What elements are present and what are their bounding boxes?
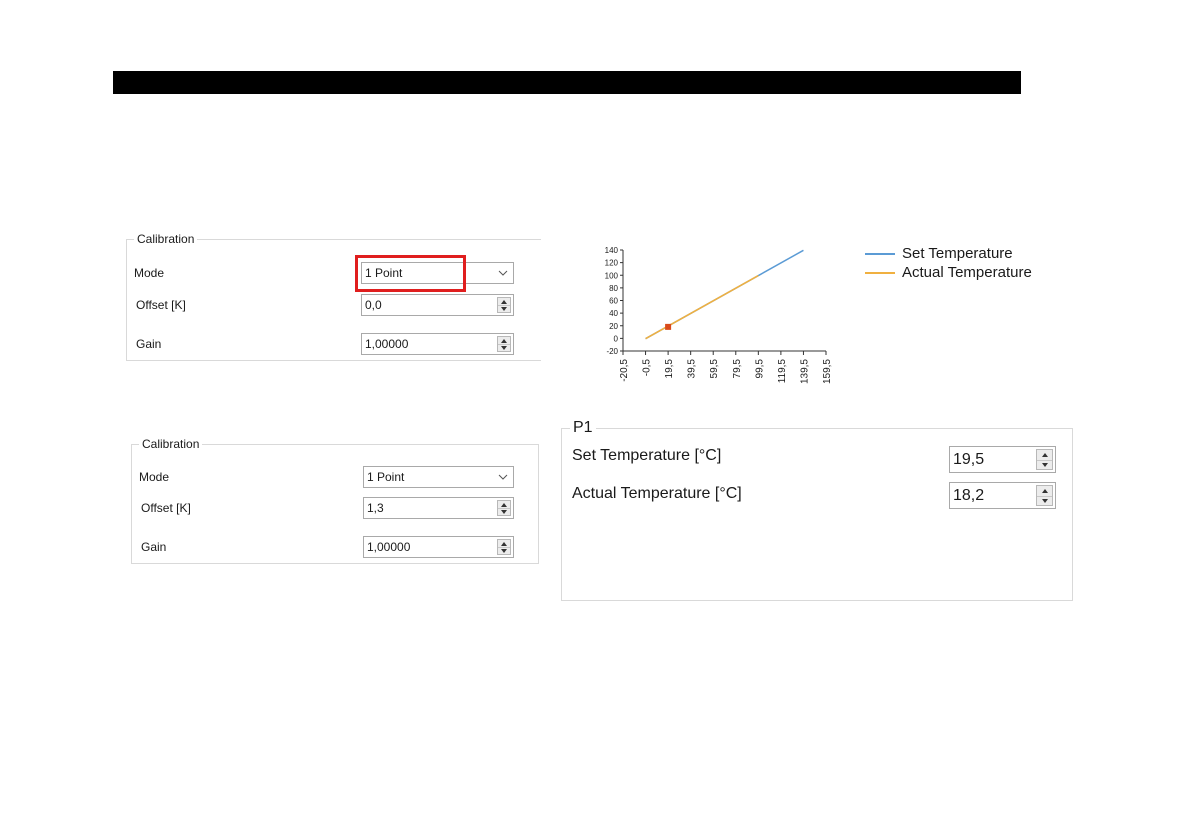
spin-up-icon[interactable] <box>1037 450 1052 461</box>
x-tick-label: -0,5 <box>642 359 653 377</box>
gain-value: 1,00000 <box>365 337 409 351</box>
legend-swatch-set <box>865 253 895 255</box>
mode-highlight-box <box>355 255 466 292</box>
x-tick-label: 139,5 <box>799 359 810 384</box>
spin-down-icon[interactable] <box>498 508 510 515</box>
gain-spinner[interactable]: 1,00000 <box>363 536 514 558</box>
offset-spinner[interactable]: 1,3 <box>363 497 514 519</box>
set-temperature-label: Set Temperature [°C] <box>572 447 722 464</box>
spin-buttons[interactable] <box>1036 485 1053 506</box>
x-tick-label: 59,5 <box>709 359 720 379</box>
spin-up-icon[interactable] <box>1037 486 1052 497</box>
spin-buttons[interactable] <box>497 500 511 516</box>
chevron-down-icon <box>498 474 508 480</box>
offset-value: 0,0 <box>365 298 382 312</box>
x-tick-label: 99,5 <box>754 359 765 379</box>
actual-temperature-spinner[interactable]: 18,2 <box>949 482 1056 509</box>
x-tick-label: 19,5 <box>664 359 675 379</box>
x-tick-label: -20,5 <box>619 359 630 382</box>
x-tick-label: 159,5 <box>822 359 833 384</box>
spin-down-icon[interactable] <box>1037 496 1052 506</box>
top-banner <box>113 71 1021 94</box>
gain-label: Gain <box>136 337 162 351</box>
offset-label: Offset [K] <box>136 298 186 312</box>
y-tick-label: 0 <box>614 334 619 343</box>
offset-value: 1,3 <box>367 501 384 515</box>
spin-down-icon[interactable] <box>498 344 510 351</box>
spin-buttons[interactable] <box>497 336 511 352</box>
offset-label: Offset [K] <box>141 501 191 515</box>
y-tick-label: 140 <box>605 246 619 255</box>
mode-value: 1 Point <box>367 470 405 484</box>
legend-actual-temperature: Actual Temperature <box>902 264 1032 281</box>
p1-title: P1 <box>570 419 596 437</box>
gain-value: 1,00000 <box>367 540 411 554</box>
y-tick-label: -20 <box>606 347 618 356</box>
mode-label: Mode <box>134 266 165 280</box>
x-tick-label: 79,5 <box>732 359 743 379</box>
calibration-chart: -20 0 20 40 60 80 100 120 140 -20,5 -0,5 19,5 39,5 59… <box>605 246 833 384</box>
data-point-marker <box>665 323 672 330</box>
legend-swatch-actual <box>865 272 895 274</box>
legend-set-temperature: Set Temperature <box>902 245 1013 262</box>
spin-down-icon[interactable] <box>498 547 510 554</box>
mode-label: Mode <box>139 470 170 484</box>
set-temperature-spinner[interactable]: 19,5 <box>949 446 1056 473</box>
y-tick-label: 120 <box>605 259 619 268</box>
actual-temperature-value: 18,2 <box>953 487 985 504</box>
gain-label: Gain <box>141 540 167 554</box>
series-line-actual-temperature <box>645 274 759 340</box>
spin-buttons[interactable] <box>497 297 511 313</box>
x-tick-label: 119,5 <box>777 359 788 384</box>
calibration-title: Calibration <box>134 232 198 246</box>
y-tick-label: 60 <box>609 297 618 306</box>
y-tick-label: 100 <box>605 271 619 280</box>
chevron-down-icon <box>498 270 508 276</box>
spin-down-icon[interactable] <box>498 305 510 312</box>
y-tick-label: 20 <box>609 322 618 331</box>
spin-down-icon[interactable] <box>1037 460 1052 470</box>
calibration-title: Calibration <box>139 437 203 451</box>
gain-spinner[interactable]: 1,00000 <box>361 333 514 355</box>
y-tick-label: 40 <box>609 309 618 318</box>
actual-temperature-label: Actual Temperature [°C] <box>572 485 742 502</box>
offset-spinner[interactable]: 0,0 <box>361 294 514 316</box>
spin-buttons[interactable] <box>1036 449 1053 470</box>
spin-buttons[interactable] <box>497 539 511 555</box>
x-tick-label: 39,5 <box>687 359 698 379</box>
y-tick-label: 80 <box>609 284 618 293</box>
mode-dropdown[interactable]: 1 Point <box>363 466 514 488</box>
set-temperature-value: 19,5 <box>953 451 985 468</box>
